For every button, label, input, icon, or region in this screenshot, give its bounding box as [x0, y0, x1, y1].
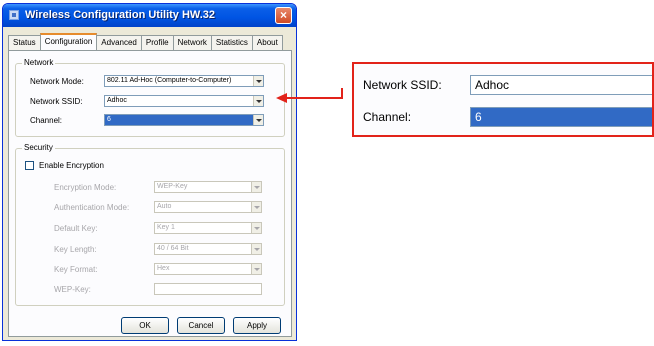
encryption-mode-dropdown-icon[interactable] — [251, 182, 261, 192]
channel-label: Channel: — [30, 116, 63, 125]
default-key-value: Key 1 — [157, 224, 175, 231]
network-mode-label: Network Mode: — [30, 77, 84, 86]
network-mode-dropdown-icon[interactable] — [253, 76, 263, 86]
tab-configuration[interactable]: Configuration — [39, 33, 98, 50]
tab-status[interactable]: Status — [8, 35, 41, 50]
title-bar: Wireless Configuration Utility HW.32 × — [3, 4, 296, 27]
key-format-label: Key Format: — [54, 265, 98, 274]
auth-mode-dropdown-icon[interactable] — [251, 202, 261, 212]
tab-statistics[interactable]: Statistics — [210, 35, 253, 50]
zoom-ssid-value: Adhoc — [475, 78, 510, 92]
tab-strip: Status Configuration Advanced Profile Ne… — [8, 33, 283, 50]
dialog-window: Wireless Configuration Utility HW.32 × S… — [2, 3, 297, 341]
security-group-title: Security — [22, 143, 55, 152]
tab-profile[interactable]: Profile — [140, 35, 174, 50]
channel-value: 6 — [107, 116, 111, 123]
configuration-panel: Network Network Mode: 802.11 Ad-Hoc (Com… — [8, 50, 292, 337]
encryption-mode-value: WEP-Key — [157, 183, 188, 190]
network-mode-select[interactable]: 802.11 Ad-Hoc (Computer-to-Computer) — [104, 75, 264, 87]
default-key-label: Default Key: — [54, 224, 98, 233]
key-format-value: Hex — [157, 265, 170, 272]
key-format-select[interactable]: Hex — [154, 263, 262, 275]
app-icon — [9, 10, 19, 20]
network-ssid-label: Network SSID: — [30, 97, 83, 106]
ok-button[interactable]: OK — [121, 317, 169, 334]
default-key-select[interactable]: Key 1 — [154, 222, 262, 234]
encryption-mode-label: Encryption Mode: — [54, 183, 117, 192]
network-mode-value: 802.11 Ad-Hoc (Computer-to-Computer) — [107, 77, 232, 84]
network-group-title: Network — [22, 58, 56, 67]
encryption-mode-select[interactable]: WEP-Key — [154, 181, 262, 193]
auth-mode-value: Auto — [157, 203, 172, 210]
zoom-channel-value: 6 — [475, 110, 482, 124]
zoom-channel-label: Channel: — [363, 110, 412, 124]
network-ssid-dropdown-icon[interactable] — [253, 96, 263, 106]
tab-advanced[interactable]: Advanced — [96, 35, 142, 50]
auth-mode-label: Authentication Mode: — [54, 203, 130, 212]
channel-dropdown-icon[interactable] — [253, 115, 263, 125]
zoom-callout: Network SSID: Adhoc Channel: 6 — [352, 62, 654, 137]
network-ssid-value: Adhoc — [107, 97, 127, 104]
tab-about[interactable]: About — [251, 35, 283, 50]
cancel-button[interactable]: Cancel — [177, 317, 225, 334]
key-length-dropdown-icon[interactable] — [251, 244, 261, 254]
tab-network[interactable]: Network — [172, 35, 212, 50]
zoom-ssid-label: Network SSID: — [363, 78, 442, 92]
apply-button[interactable]: Apply — [233, 317, 281, 334]
zoom-ssid-field: Adhoc — [470, 75, 652, 95]
close-button[interactable]: × — [275, 7, 292, 24]
default-key-dropdown-icon[interactable] — [251, 223, 261, 233]
callout-arrow-line — [285, 97, 342, 99]
window-title: Wireless Configuration Utility HW.32 — [25, 9, 215, 21]
zoom-channel-field: 6 — [470, 107, 652, 127]
key-length-value: 40 / 64 Bit — [157, 245, 189, 252]
callout-arrow-connector — [341, 88, 343, 99]
network-ssid-select[interactable]: Adhoc — [104, 95, 264, 107]
wep-key-input[interactable] — [154, 283, 262, 295]
network-group: Network Network Mode: 802.11 Ad-Hoc (Com… — [15, 58, 285, 137]
wep-key-label: WEP-Key: — [54, 285, 91, 294]
enable-encryption-label: Enable Encryption — [39, 161, 104, 170]
callout-arrow-head-icon — [276, 93, 287, 103]
enable-encryption-checkbox[interactable] — [25, 161, 34, 170]
key-format-dropdown-icon[interactable] — [251, 264, 261, 274]
key-length-select[interactable]: 40 / 64 Bit — [154, 243, 262, 255]
security-group: Security Enable Encryption Encryption Mo… — [15, 143, 285, 306]
channel-select[interactable]: 6 — [104, 114, 264, 126]
key-length-label: Key Length: — [54, 245, 97, 254]
auth-mode-select[interactable]: Auto — [154, 201, 262, 213]
